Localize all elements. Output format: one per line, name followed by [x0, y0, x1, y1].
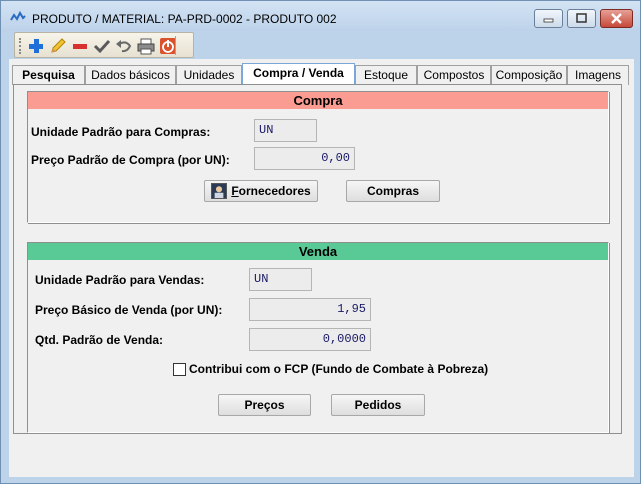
pedidos-button[interactable]: Pedidos [331, 394, 425, 416]
compra-header: Compra [28, 92, 608, 109]
precos-button[interactable]: Preços [218, 394, 311, 416]
printer-icon [137, 38, 155, 55]
fcp-label[interactable]: Contribui com o FCP (Fundo de Combate à … [189, 362, 488, 376]
qtd-venda-field[interactable]: 0,0000 [249, 328, 371, 351]
unidade-venda-label: Unidade Padrão para Vendas: [35, 273, 205, 287]
undo-button[interactable] [114, 36, 134, 56]
add-button[interactable] [26, 36, 46, 56]
delete-button[interactable] [70, 36, 90, 56]
fornecedores-accel: F [231, 184, 239, 198]
preco-venda-field[interactable]: 1,95 [249, 298, 371, 321]
tab-compostos[interactable]: Compostos [417, 65, 491, 85]
toolbar [14, 32, 194, 58]
print-button[interactable] [136, 36, 156, 56]
tab-compra-venda[interactable]: Compra / Venda [242, 63, 355, 86]
tab-bar: Pesquisa Dados básicos Unidades Compra /… [9, 63, 634, 86]
tab-panel: Compra Unidade Padrão para Compras: UN P… [13, 84, 622, 434]
tab-imagens[interactable]: Imagens [567, 65, 629, 85]
fornecedores-label: ornecedores [238, 184, 311, 198]
toolbar-grip[interactable] [19, 38, 21, 54]
unidade-venda-field[interactable]: UN [249, 268, 312, 291]
unidade-compra-label: Unidade Padrão para Compras: [31, 125, 211, 139]
compras-button[interactable]: Compras [346, 180, 440, 202]
compra-group: Compra Unidade Padrão para Compras: UN P… [27, 91, 609, 223]
plus-icon [29, 39, 43, 53]
minimize-icon [543, 18, 554, 23]
maximize-button[interactable] [567, 9, 596, 28]
client-area: Pesquisa Dados básicos Unidades Compra /… [9, 59, 634, 477]
preco-compra-label: Preço Padrão de Compra (por UN): [31, 153, 230, 167]
undo-icon [116, 40, 132, 53]
unidade-compra-field[interactable]: UN [254, 119, 317, 142]
window-title: PRODUTO / MATERIAL: PA-PRD-0002 - PRODUT… [32, 12, 337, 26]
person-icon [211, 183, 227, 199]
app-icon [10, 10, 26, 21]
minimize-button[interactable] [534, 9, 563, 28]
close-button[interactable] [600, 9, 633, 28]
toolbar-separator [175, 36, 176, 55]
tab-pesquisa[interactable]: Pesquisa [12, 65, 85, 85]
venda-group: Venda Unidade Padrão para Vendas: UN Pre… [27, 242, 609, 433]
check-icon [93, 39, 111, 54]
fcp-checkbox[interactable] [173, 363, 186, 376]
tab-composicao[interactable]: Composição [491, 65, 567, 85]
venda-header: Venda [28, 243, 608, 260]
qtd-venda-label: Qtd. Padrão de Venda: [35, 333, 164, 347]
preco-compra-field[interactable]: 0,00 [254, 147, 355, 170]
title-bar[interactable]: PRODUTO / MATERIAL: PA-PRD-0002 - PRODUT… [1, 1, 640, 31]
minus-icon [73, 44, 87, 49]
edit-button[interactable] [48, 36, 68, 56]
window: PRODUTO / MATERIAL: PA-PRD-0002 - PRODUT… [0, 0, 641, 484]
close-icon [611, 13, 622, 24]
confirm-button[interactable] [92, 36, 112, 56]
pencil-icon [51, 38, 66, 53]
maximize-icon [576, 13, 587, 23]
tab-unidades[interactable]: Unidades [176, 65, 242, 85]
preco-venda-label: Preço Básico de Venda (por UN): [35, 303, 223, 317]
fornecedores-button[interactable]: Fornecedores [204, 180, 318, 202]
tab-estoque[interactable]: Estoque [355, 65, 417, 85]
tab-dados-basicos[interactable]: Dados básicos [85, 65, 176, 85]
